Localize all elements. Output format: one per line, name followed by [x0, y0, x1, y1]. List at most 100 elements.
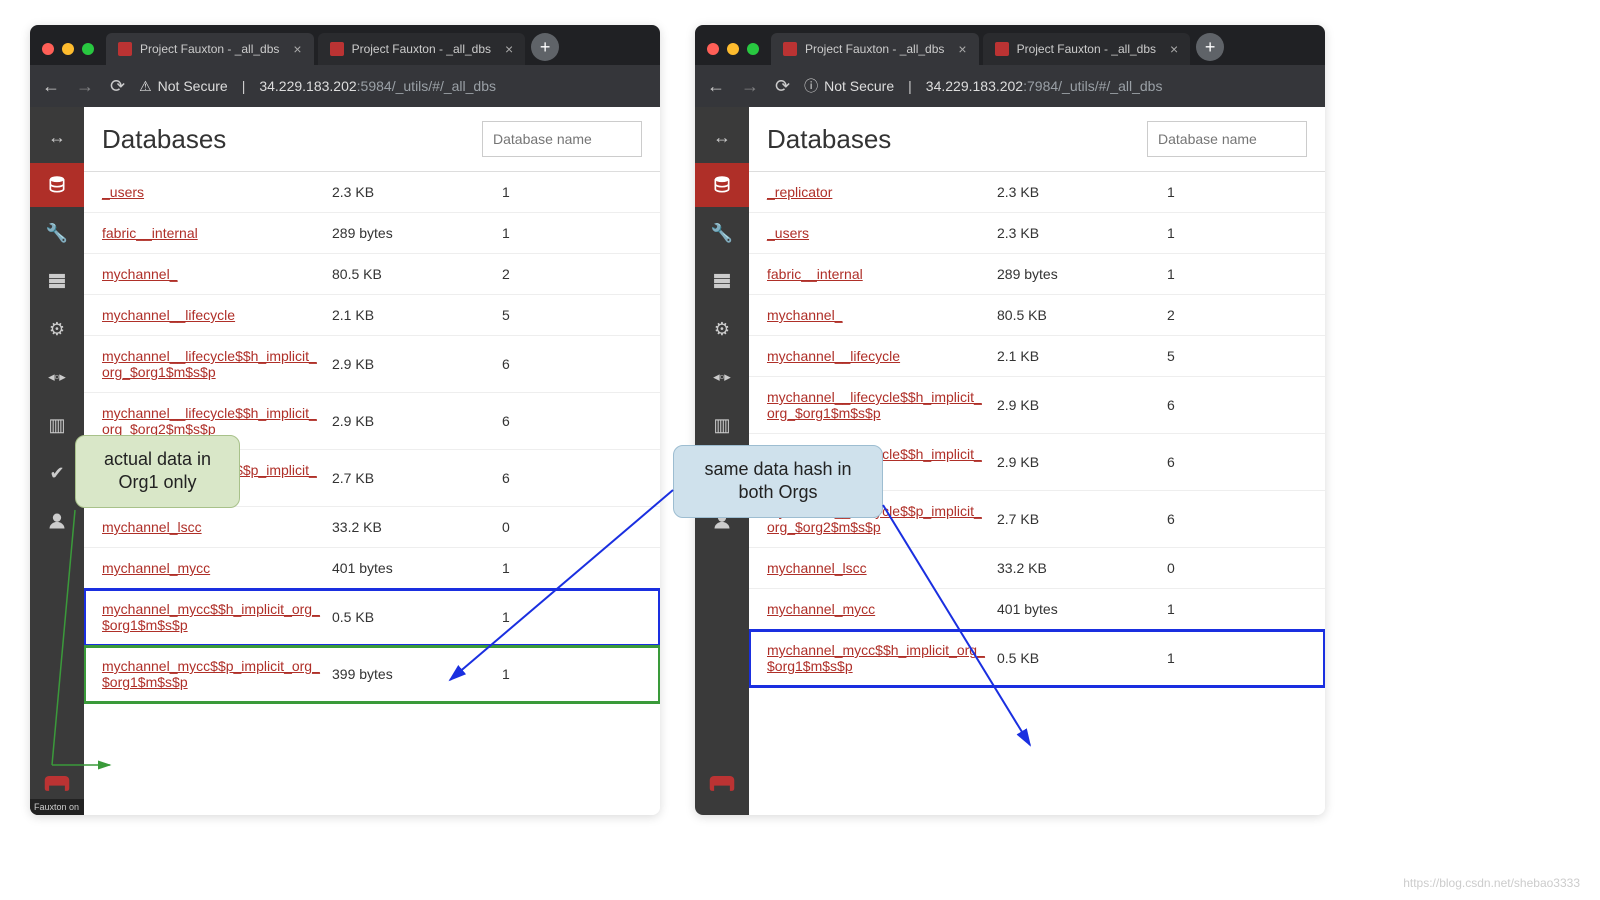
table-row[interactable]: mychannel_lscc33.2 KB0	[84, 507, 660, 548]
table-row[interactable]: mychannel_lscc33.2 KB0	[749, 548, 1325, 589]
db-name-link[interactable]: fabric__internal	[102, 225, 332, 241]
table-row[interactable]: mychannel__lifecycle$$h_implicit_org_$or…	[84, 336, 660, 393]
db-size: 2.3 KB	[997, 184, 1167, 200]
db-name-link[interactable]: mychannel_mycc$$h_implicit_org_$org1$m$s…	[102, 601, 332, 633]
sidebar-toggle[interactable]: ↔	[695, 115, 749, 159]
db-size: 2.9 KB	[332, 356, 502, 372]
table-row[interactable]: mychannel__lifecycle$$h_implicit_org_$or…	[749, 377, 1325, 434]
browser-tab-inactive[interactable]: Project Fauxton - _all_dbs ×	[983, 33, 1191, 65]
tab-close-icon[interactable]: ×	[958, 41, 966, 57]
db-name-link[interactable]: mychannel_mycc	[102, 560, 332, 576]
db-name-link[interactable]: mychannel__lifecycle$$h_implicit_org_$or…	[102, 405, 332, 437]
database-search-input[interactable]	[482, 121, 642, 157]
sidebar-tasks[interactable]	[695, 259, 749, 303]
zoom-window-button[interactable]	[82, 43, 94, 55]
table-row[interactable]: mychannel__lifecycle2.1 KB5	[84, 295, 660, 336]
db-name-link[interactable]: mychannel_	[102, 266, 332, 282]
table-row[interactable]: mychannel_80.5 KB2	[84, 254, 660, 295]
sidebar-replication[interactable]: ◂▫▸	[695, 355, 749, 399]
zoom-window-button[interactable]	[747, 43, 759, 55]
sidebar-databases[interactable]	[30, 163, 84, 207]
watermark: https://blog.csdn.net/shebao3333	[1403, 876, 1580, 890]
tab-close-icon[interactable]: ×	[505, 41, 513, 57]
back-button[interactable]: ←	[42, 76, 60, 97]
forward-button[interactable]: →	[741, 76, 759, 97]
db-doc-count: 0	[1167, 560, 1307, 576]
close-window-button[interactable]	[42, 43, 54, 55]
annotation-org1-only: actual data in Org1 only	[75, 435, 240, 508]
table-row[interactable]: mychannel_80.5 KB2	[749, 295, 1325, 336]
db-name-link[interactable]: _replicator	[767, 184, 997, 200]
db-size: 2.9 KB	[332, 413, 502, 429]
annotation-same-hash: same data hash in both Orgs	[673, 445, 883, 518]
table-row[interactable]: mychannel_mycc401 bytes1	[749, 589, 1325, 630]
couchdb-favicon-icon	[330, 42, 344, 56]
reload-button[interactable]: ⟳	[775, 76, 790, 97]
db-name-link[interactable]: fabric__internal	[767, 266, 997, 282]
back-button[interactable]: ←	[707, 76, 725, 97]
db-doc-count: 1	[1167, 184, 1307, 200]
forward-button[interactable]: →	[76, 76, 94, 97]
tab-close-icon[interactable]: ×	[293, 41, 301, 57]
status-bar: Fauxton on	[30, 799, 84, 815]
tab-close-icon[interactable]: ×	[1170, 41, 1178, 57]
sidebar-setup[interactable]: 🔧	[30, 211, 84, 255]
couchdb-favicon-icon	[783, 42, 797, 56]
db-name-link[interactable]: mychannel_mycc	[767, 601, 997, 617]
sidebar-user[interactable]	[30, 499, 84, 543]
table-row[interactable]: mychannel_mycc401 bytes1	[84, 548, 660, 589]
database-search-input[interactable]	[1147, 121, 1307, 157]
sidebar-replication[interactable]: ◂▫▸	[30, 355, 84, 399]
db-name-link[interactable]: mychannel__lifecycle	[102, 307, 332, 323]
table-row[interactable]: _users2.3 KB1	[84, 172, 660, 213]
db-size: 80.5 KB	[997, 307, 1167, 323]
sidebar-setup[interactable]: 🔧	[695, 211, 749, 255]
sidebar-docs[interactable]: ▥	[695, 403, 749, 447]
table-row[interactable]: _replicator2.3 KB1	[749, 172, 1325, 213]
reload-button[interactable]: ⟳	[110, 76, 125, 97]
db-doc-count: 1	[502, 184, 642, 200]
db-doc-count: 6	[502, 356, 642, 372]
minimize-window-button[interactable]	[727, 43, 739, 55]
sidebar-toggle[interactable]: ↔	[30, 115, 84, 159]
db-doc-count: 6	[502, 413, 642, 429]
db-name-link[interactable]: _users	[767, 225, 997, 241]
db-size: 2.3 KB	[332, 184, 502, 200]
db-name-link[interactable]: mychannel_mycc$$p_implicit_org_$org1$m$s…	[102, 658, 332, 690]
db-size: 0.5 KB	[997, 650, 1167, 666]
new-tab-button[interactable]: +	[1196, 33, 1224, 61]
minimize-window-button[interactable]	[62, 43, 74, 55]
new-tab-button[interactable]: +	[531, 33, 559, 61]
db-name-link[interactable]: mychannel__lifecycle$$h_implicit_org_$or…	[102, 348, 332, 380]
sidebar-tasks[interactable]	[30, 259, 84, 303]
db-name-link[interactable]: mychannel_lscc	[102, 519, 332, 535]
couchdb-favicon-icon	[118, 42, 132, 56]
db-name-link[interactable]: mychannel__lifecycle$$h_implicit_org_$or…	[767, 389, 997, 421]
db-name-link[interactable]: mychannel_mycc$$h_implicit_org_$org1$m$s…	[767, 642, 997, 674]
table-row[interactable]: fabric__internal289 bytes1	[84, 213, 660, 254]
browser-window-org2: Project Fauxton - _all_dbs × Project Fau…	[695, 25, 1325, 815]
db-doc-count: 1	[502, 560, 642, 576]
table-row[interactable]: fabric__internal289 bytes1	[749, 254, 1325, 295]
db-name-link[interactable]: mychannel_lscc	[767, 560, 997, 576]
url-display[interactable]: 34.229.183.202:5984/_utils/#/_all_dbs	[259, 78, 496, 94]
sidebar-config[interactable]: ⚙	[30, 307, 84, 351]
url-display[interactable]: 34.229.183.202:7984/_utils/#/_all_dbs	[926, 78, 1163, 94]
table-row[interactable]: mychannel_mycc$$h_implicit_org_$org1$m$s…	[84, 589, 660, 646]
table-row[interactable]: mychannel_mycc$$p_implicit_org_$org1$m$s…	[84, 646, 660, 703]
db-size: 401 bytes	[332, 560, 502, 576]
table-row[interactable]: _users2.3 KB1	[749, 213, 1325, 254]
table-row[interactable]: mychannel_mycc$$h_implicit_org_$org1$m$s…	[749, 630, 1325, 687]
db-doc-count: 1	[502, 609, 642, 625]
db-name-link[interactable]: mychannel__lifecycle	[767, 348, 997, 364]
sidebar-databases[interactable]	[695, 163, 749, 207]
browser-tab-inactive[interactable]: Project Fauxton - _all_dbs ×	[318, 33, 526, 65]
db-name-link[interactable]: _users	[102, 184, 332, 200]
close-window-button[interactable]	[707, 43, 719, 55]
db-size: 33.2 KB	[997, 560, 1167, 576]
sidebar-config[interactable]: ⚙	[695, 307, 749, 351]
db-name-link[interactable]: mychannel_	[767, 307, 997, 323]
browser-tab-active[interactable]: Project Fauxton - _all_dbs ×	[771, 33, 979, 65]
browser-tab-active[interactable]: Project Fauxton - _all_dbs ×	[106, 33, 314, 65]
table-row[interactable]: mychannel__lifecycle2.1 KB5	[749, 336, 1325, 377]
